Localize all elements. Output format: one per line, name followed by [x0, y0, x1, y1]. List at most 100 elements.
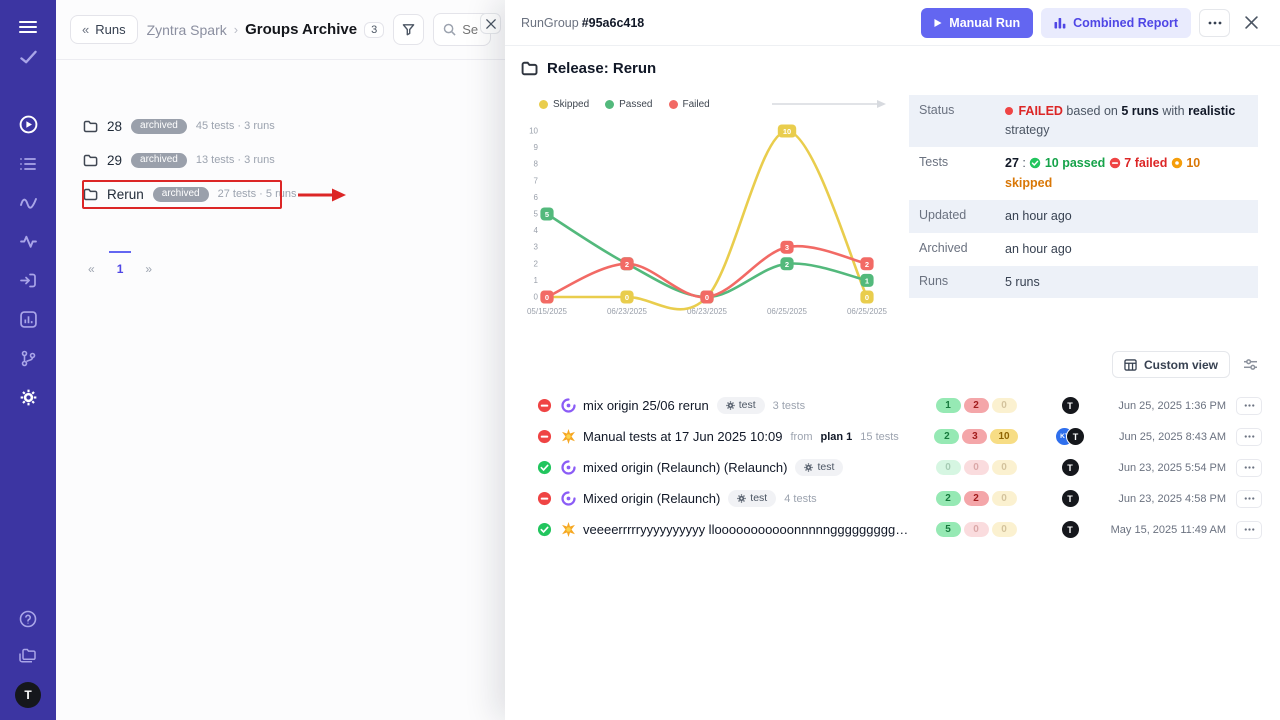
menu-icon[interactable] [10, 12, 46, 42]
updated-value: an hour ago [1005, 207, 1248, 226]
run-menu-button[interactable] [1236, 397, 1262, 415]
failed-count-pill: 2 [964, 398, 989, 413]
run-row[interactable]: Mixed origin (Relaunch) test 4 tests 2 2… [505, 483, 1280, 514]
help-icon[interactable] [10, 604, 46, 634]
tests-check-icon[interactable] [10, 42, 46, 72]
manual-run-button[interactable]: Manual Run [921, 8, 1033, 38]
flaky-wave-icon[interactable] [10, 186, 46, 219]
result-pills: 2 2 0 [920, 491, 1032, 506]
run-title[interactable]: mix origin 25/06 rerun [583, 398, 709, 413]
failed-dot-icon [669, 100, 678, 109]
manual-origin-icon [559, 429, 577, 444]
group-name: 28 [107, 119, 122, 134]
app-sidebar: T [0, 0, 56, 720]
plan-link[interactable]: plan 1 [820, 431, 852, 443]
close-icon[interactable] [1238, 10, 1264, 36]
avatar[interactable]: T [1061, 396, 1080, 415]
run-title[interactable]: veeeerrrrryyyyyyyyyy llooooooooooonnnnng… [583, 522, 914, 537]
more-actions-button[interactable] [1199, 9, 1230, 37]
svg-text:4: 4 [534, 226, 539, 235]
archived-label: Archived [919, 240, 1005, 255]
group-row-28[interactable]: 28 archived 45 tests · 3 runs [56, 109, 505, 143]
avatar[interactable]: T [1061, 489, 1080, 508]
status-value: FAILED based on 5 runs with realistic st… [1005, 102, 1248, 140]
activity-pulse-icon[interactable] [10, 225, 46, 258]
pagination: « 1 » [80, 251, 505, 276]
passed-count-pill: 2 [936, 491, 961, 506]
run-avatars: T [1038, 520, 1102, 539]
pagination-next[interactable]: » [137, 251, 160, 276]
projects-folder-icon[interactable] [10, 641, 46, 671]
failed-status-icon [535, 429, 553, 444]
test-tag-badge[interactable]: test [717, 397, 765, 414]
search-icon [443, 23, 456, 36]
svg-text:10: 10 [529, 127, 538, 136]
group-meta: 27 tests · 5 runs [218, 188, 297, 200]
folder-icon [83, 120, 98, 133]
run-menu-button[interactable] [1236, 459, 1262, 477]
pagination-prev[interactable]: « [80, 251, 103, 276]
avatar[interactable]: T [1061, 458, 1080, 477]
legend-passed: Passed [605, 99, 652, 110]
sliders-icon[interactable] [1243, 358, 1258, 371]
branches-icon[interactable] [10, 342, 46, 375]
runs-play-icon[interactable] [10, 108, 46, 141]
failed-dot-icon [1005, 107, 1013, 115]
back-to-runs-button[interactable]: « Runs [70, 15, 138, 44]
svg-text:5: 5 [534, 210, 539, 219]
gear-icon [726, 401, 735, 410]
run-menu-button[interactable] [1236, 428, 1262, 446]
close-icon[interactable] [480, 13, 501, 34]
svg-text:3: 3 [534, 243, 539, 252]
svg-text:2: 2 [534, 259, 539, 268]
import-icon[interactable] [10, 264, 46, 297]
test-tag-badge[interactable]: test [728, 490, 776, 507]
run-menu-button[interactable] [1236, 521, 1262, 539]
automated-origin-icon [559, 460, 577, 475]
from-label: from [790, 431, 812, 443]
run-avatars: KT T [1038, 427, 1102, 446]
failed-minus-icon [1109, 156, 1121, 175]
run-row[interactable]: Manual tests at 17 Jun 2025 10:09 from p… [505, 421, 1280, 452]
run-menu-button[interactable] [1236, 490, 1262, 508]
pagination-page-1[interactable]: 1 [109, 251, 132, 276]
skipped-dot-icon [1171, 156, 1183, 175]
svg-text:06/25/2025: 06/25/2025 [847, 307, 888, 316]
group-row-rerun[interactable]: Rerun archived 27 tests · 5 runs [56, 177, 505, 211]
automated-origin-icon [559, 491, 577, 506]
passed-count-pill: 2 [934, 429, 959, 444]
manual-origin-icon [559, 522, 577, 537]
analytics-icon[interactable] [10, 303, 46, 336]
svg-text:1: 1 [534, 276, 539, 285]
search-input[interactable] [462, 22, 481, 37]
groups-archive-panel: « Runs Zyntra Spark › Groups Archive 3 2… [56, 0, 505, 720]
svg-text:9: 9 [534, 143, 539, 152]
run-row[interactable]: veeeerrrrryyyyyyyyyy llooooooooooonnnnng… [505, 514, 1280, 545]
folder-icon [521, 61, 538, 76]
svg-text:2: 2 [865, 260, 869, 269]
test-tag-badge[interactable]: test [795, 459, 843, 476]
custom-view-button[interactable]: Custom view [1112, 351, 1230, 378]
svg-text:2: 2 [625, 260, 629, 269]
suites-list-icon[interactable] [10, 147, 46, 180]
run-avatars: T [1038, 396, 1102, 415]
left-panel-header: « Runs Zyntra Spark › Groups Archive 3 [56, 0, 505, 60]
filter-button[interactable] [393, 14, 424, 45]
breadcrumb-project[interactable]: Zyntra Spark [147, 22, 227, 38]
run-row[interactable]: mixed origin (Relaunch) (Relaunch) test … [505, 452, 1280, 483]
avatar[interactable]: T [1061, 520, 1080, 539]
run-title[interactable]: mixed origin (Relaunch) (Relaunch) [583, 460, 787, 475]
result-pills: 1 2 0 [920, 398, 1032, 413]
group-row-29[interactable]: 29 archived 13 tests · 3 runs [56, 143, 505, 177]
run-title[interactable]: Manual tests at 17 Jun 2025 10:09 [583, 429, 782, 444]
info-row-archived: Archived an hour ago [909, 233, 1258, 266]
combined-report-button[interactable]: Combined Report [1041, 8, 1191, 38]
run-title[interactable]: Mixed origin (Relaunch) [583, 491, 720, 506]
settings-gear-icon[interactable] [10, 381, 46, 414]
run-tests-count: 4 tests [784, 493, 816, 505]
svg-text:06/23/2025: 06/23/2025 [607, 307, 648, 316]
svg-text:8: 8 [534, 160, 539, 169]
run-row[interactable]: mix origin 25/06 rerun test 3 tests 1 2 … [505, 390, 1280, 421]
avatar[interactable]: T [1066, 427, 1085, 446]
user-avatar[interactable]: T [15, 682, 41, 708]
